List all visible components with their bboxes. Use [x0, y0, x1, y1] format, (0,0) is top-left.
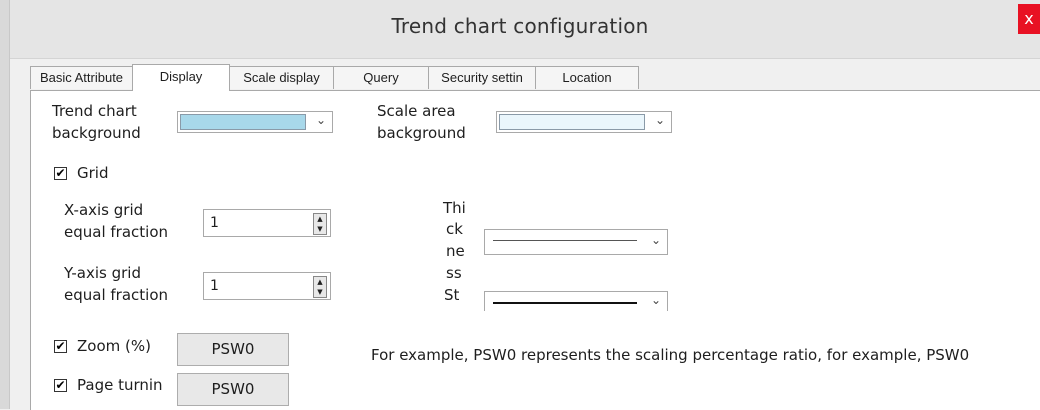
scale-bg-label-line2: background [377, 124, 466, 142]
line-thickness-sample [493, 240, 637, 241]
zoom-checkbox[interactable]: ✔ [54, 340, 67, 353]
grid-checkbox[interactable]: ✔ [54, 167, 67, 180]
page-turning-checkbox[interactable]: ✔ [54, 379, 67, 392]
scale-bg-color-select[interactable]: ⌄ [496, 111, 672, 133]
spin-buttons[interactable]: ▲ ▼ [313, 213, 327, 235]
y-grid-label-line1: Y-axis grid [64, 264, 141, 282]
chevron-down-icon: ⌄ [650, 293, 661, 307]
tab-query[interactable]: Query [333, 66, 429, 89]
scale-bg-label-line1: Scale area [377, 102, 456, 120]
line-style-sample [493, 302, 637, 304]
x-grid-label-line2: equal fraction [64, 223, 169, 241]
zoom-label: Zoom (%) [77, 337, 151, 355]
chevron-down-icon: ⌄ [650, 233, 661, 247]
trend-bg-color-swatch [180, 114, 306, 130]
chevron-down-icon: ⌄ [315, 113, 326, 127]
window-edge [0, 0, 10, 409]
thickness-label-4: ss [446, 264, 462, 282]
title-bar: Trend chart configuration x [0, 0, 1040, 59]
x-grid-fraction-value: 1 [210, 215, 219, 231]
style-label: St [444, 286, 460, 304]
spin-buttons[interactable]: ▲ ▼ [313, 276, 327, 298]
close-button[interactable]: x [1018, 4, 1040, 34]
line-style-select[interactable]: ⌄ [484, 291, 668, 311]
y-grid-fraction-value: 1 [210, 278, 219, 294]
thickness-select[interactable]: ⌄ [484, 229, 668, 255]
page-turning-psw-button[interactable]: PSW0 [177, 373, 289, 406]
x-grid-label-line1: X-axis grid [64, 201, 144, 219]
scale-bg-color-swatch [499, 114, 645, 130]
example-hint-text: For example, PSW0 represents the scaling… [371, 346, 970, 364]
tab-display[interactable]: Display [132, 64, 230, 91]
y-grid-fraction-stepper[interactable]: 1 ▲ ▼ [203, 272, 331, 300]
trend-bg-label-line2: background [52, 124, 141, 142]
tab-basic-attribute[interactable]: Basic Attribute [30, 66, 133, 89]
grid-label: Grid [77, 164, 109, 182]
x-grid-fraction-stepper[interactable]: 1 ▲ ▼ [203, 209, 331, 237]
tab-scale-display[interactable]: Scale display [229, 66, 334, 89]
zoom-psw-button[interactable]: PSW0 [177, 333, 289, 366]
y-grid-label-line2: equal fraction [64, 286, 169, 304]
thickness-label-1: Thi [443, 199, 466, 217]
chevron-down-icon: ⌄ [654, 113, 665, 127]
page-turning-label: Page turnin [77, 376, 163, 394]
trend-bg-label-line1: Trend chart [52, 102, 137, 120]
window-title: Trend chart configuration [391, 14, 649, 38]
tab-location[interactable]: Location [535, 66, 639, 89]
thickness-label-3: ne [446, 242, 465, 260]
thickness-label-2: ck [446, 220, 463, 238]
display-panel: Trend chart background ⌄ Scale area back… [30, 90, 1040, 410]
tab-security-settings[interactable]: Security settin [428, 66, 536, 89]
trend-bg-color-select[interactable]: ⌄ [177, 111, 333, 133]
